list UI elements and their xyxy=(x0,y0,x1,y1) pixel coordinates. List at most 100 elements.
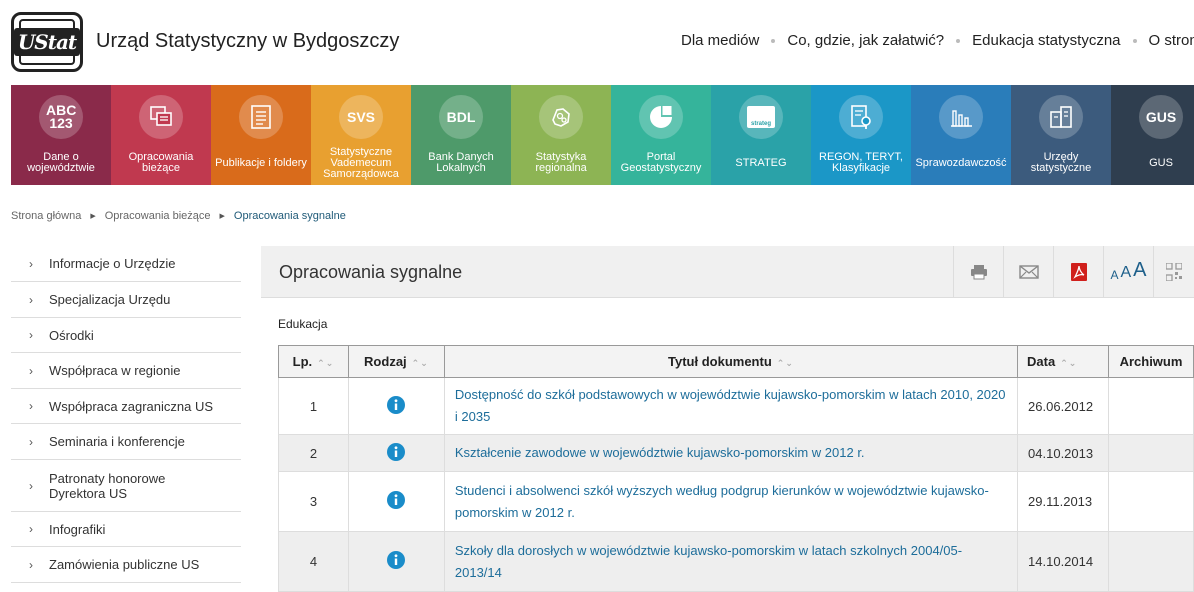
column-header-lp[interactable]: Lp. ⌃⌄ xyxy=(278,345,349,378)
font-size-small[interactable]: A xyxy=(1110,268,1118,282)
column-header-data[interactable]: Data ⌃⌄ xyxy=(1017,345,1109,378)
nav-link-about[interactable]: O stronie xyxy=(1149,32,1194,49)
nav-separator xyxy=(771,38,776,43)
column-header-label: Rodzaj xyxy=(364,354,407,369)
breadcrumb-current: Opracowania sygnalne xyxy=(233,210,346,222)
list-document-icon xyxy=(239,95,283,139)
sidebar-item-label: Seminaria i konferencje xyxy=(49,434,185,449)
logo-text: UStat xyxy=(13,28,81,56)
sidebar-item-seminaria[interactable]: › Seminaria i konferencje xyxy=(11,424,241,460)
cell-lp: 4 xyxy=(278,531,349,592)
font-size-switcher[interactable]: A A A xyxy=(1103,246,1153,298)
tile-publikacje-i-foldery[interactable]: Publikacje i foldery xyxy=(211,85,311,185)
region-map-icon xyxy=(539,95,583,139)
tile-label: REGON, TERYT, Klasyfikacje xyxy=(819,151,903,174)
ustat-logo[interactable]: UStat xyxy=(11,12,83,72)
sidebar-menu: › Informacje o Urzędzie › Specjalizacja Ur… xyxy=(11,246,241,583)
cell-lp: 1 xyxy=(278,377,349,435)
tile-label: Opracowania bieżące xyxy=(128,151,194,174)
tile-bdl[interactable]: BDL Bank Danych Lokalnych xyxy=(411,85,511,185)
main-content: Opracowania sygnalne A A A Edukacja Lp. … xyxy=(261,246,1194,592)
sort-arrows-icon[interactable]: ⌃⌄ xyxy=(317,358,334,368)
font-size-medium[interactable]: A xyxy=(1121,264,1132,282)
sidebar-item-patronaty[interactable]: › Patronaty honorowe Dyrektora US xyxy=(11,460,241,512)
cell-rodzaj xyxy=(347,531,445,592)
column-header-label: Data xyxy=(1027,354,1056,369)
sidebar-item-infografiki[interactable]: › Infografiki xyxy=(11,512,241,547)
chevron-right-icon: › xyxy=(29,557,33,572)
abc-123-icon-text: ABC 123 xyxy=(46,102,77,131)
tile-label: Urzędy statystyczne xyxy=(1030,151,1092,174)
tile-label: GUS xyxy=(1149,156,1173,169)
strateg-icon-box: strateg xyxy=(747,106,775,128)
tile-svs[interactable]: SVS Statystyczne Vademecum Samorządowca xyxy=(311,85,411,185)
tile-strateg[interactable]: strateg STRATEG xyxy=(711,85,811,185)
font-size-large[interactable]: A xyxy=(1133,259,1146,282)
column-header-rodzaj[interactable]: Rodzaj ⌃⌄ xyxy=(347,345,445,378)
tile-portal-geostatystyczny[interactable]: Portal Geostatystyczny xyxy=(611,85,711,185)
nav-link-how-to[interactable]: Co, gdzie, jak załatwić? xyxy=(787,32,944,49)
info-icon[interactable] xyxy=(387,491,406,512)
page-title: Opracowania sygnalne xyxy=(279,262,463,282)
chevron-right-icon: › xyxy=(29,522,33,536)
bar-chart-icon xyxy=(939,95,983,139)
sort-arrows-icon[interactable]: ⌃⌄ xyxy=(1060,358,1077,368)
table-header-row: Lp. ⌃⌄ Rodzaj ⌃⌄ Tytuł dokumentu ⌃⌄ Data ⌃⌄ … xyxy=(278,345,1194,378)
sidebar-item-wspolpraca-region[interactable]: › Współpraca w regionie xyxy=(11,353,241,389)
column-header-label: Lp. xyxy=(292,354,313,369)
tile-gus[interactable]: GUS GUS xyxy=(1111,85,1194,185)
sidebar-item-specjalizacja[interactable]: › Specjalizacja Urzędu xyxy=(11,282,241,318)
column-header-tytul[interactable]: Tytuł dokumentu ⌃⌄ xyxy=(443,345,1019,378)
info-icon[interactable] xyxy=(387,551,406,572)
qr-code-icon[interactable] xyxy=(1153,246,1193,298)
site-title[interactable]: Urząd Statystyczny w Bydgoszczy xyxy=(96,30,399,53)
document-title-link[interactable]: Szkoły dla dorosłych w województwie kuja… xyxy=(443,531,1019,592)
sidebar-item-wspolpraca-zagraniczna[interactable]: › Współpraca zagraniczna US xyxy=(11,389,241,424)
sidebar-item-label: Zamówienia publiczne US xyxy=(49,557,200,572)
tile-opracowania-biezace[interactable]: Opracowania bieżące xyxy=(111,85,211,185)
content-header: Opracowania sygnalne A A A xyxy=(261,246,1194,298)
breadcrumb: Strona główna ▶ Opracowania bieżące ▶ Op… xyxy=(11,210,346,222)
tile-dane-o-wojewodztwie[interactable]: ABC 123 Dane o województwie xyxy=(11,85,111,185)
content-tools: A A A xyxy=(953,246,1193,298)
sidebar-item-osrodki[interactable]: › Ośrodki xyxy=(11,318,241,353)
info-icon[interactable] xyxy=(387,442,406,464)
nav-link-media[interactable]: Dla mediów xyxy=(681,32,759,49)
document-title-link[interactable]: Dostępność do szkół podstawowych w wojew… xyxy=(443,377,1019,435)
info-icon[interactable] xyxy=(387,395,406,417)
tile-label: Publikacje i foldery xyxy=(215,156,307,169)
tile-label: Statystyka regionalna xyxy=(535,151,587,174)
tile-label: STRATEG xyxy=(735,156,787,169)
nav-link-education[interactable]: Edukacja statystyczna xyxy=(972,32,1120,49)
pdf-icon[interactable] xyxy=(1053,246,1103,298)
cell-archive xyxy=(1108,377,1194,435)
breadcrumb-home[interactable]: Strona główna xyxy=(11,210,81,222)
envelope-icon[interactable] xyxy=(1003,246,1053,298)
breadcrumb-opracowania-biezace[interactable]: Opracowania bieżące xyxy=(105,210,211,222)
cell-archive xyxy=(1108,434,1194,472)
chevron-right-icon: › xyxy=(29,478,33,493)
tile-sprawozdawczosc[interactable]: Sprawozdawczość xyxy=(911,85,1011,185)
geo-portal-icon xyxy=(639,95,683,139)
document-title-link[interactable]: Studenci i absolwenci szkół wyższych wed… xyxy=(443,471,1019,532)
tile-label: Statystyczne Vademecum Samorządowca xyxy=(323,145,399,180)
chevron-right-icon: › xyxy=(29,363,33,378)
tile-statystyka-regionalna[interactable]: Statystyka regionalna xyxy=(511,85,611,185)
tile-label: Sprawozdawczość xyxy=(915,156,1007,169)
top-navigation: Dla mediów Co, gdzie, jak załatwić? Eduk… xyxy=(681,32,1194,49)
sidebar-item-label: Informacje o Urzędzie xyxy=(49,256,176,271)
column-header-label: Tytuł dokumentu xyxy=(668,354,772,369)
sort-arrows-icon[interactable]: ⌃⌄ xyxy=(777,358,794,368)
sidebar-item-zamowienia[interactable]: › Zamówienia publiczne US xyxy=(11,547,241,583)
logo-frame: UStat xyxy=(13,19,81,65)
sort-arrows-icon[interactable]: ⌃⌄ xyxy=(412,358,429,368)
column-header-archiwum: Archiwum xyxy=(1108,345,1194,378)
print-icon[interactable] xyxy=(953,246,1003,298)
sidebar-item-informacje[interactable]: › Informacje o Urzędzie xyxy=(11,246,241,282)
tile-regon-teryt[interactable]: REGON, TERYT, Klasyfikacje xyxy=(811,85,911,185)
table-row: 3 Studenci i absolwenci szkół wyższych w… xyxy=(278,471,1194,532)
tile-label: Portal Geostatystyczny xyxy=(620,151,702,174)
sidebar-item-label: Specjalizacja Urzędu xyxy=(49,292,171,307)
document-title-link[interactable]: Kształcenie zawodowe w województwie kuja… xyxy=(443,434,1019,472)
tile-urzedy-statystyczne[interactable]: Urzędy statystyczne xyxy=(1011,85,1111,185)
